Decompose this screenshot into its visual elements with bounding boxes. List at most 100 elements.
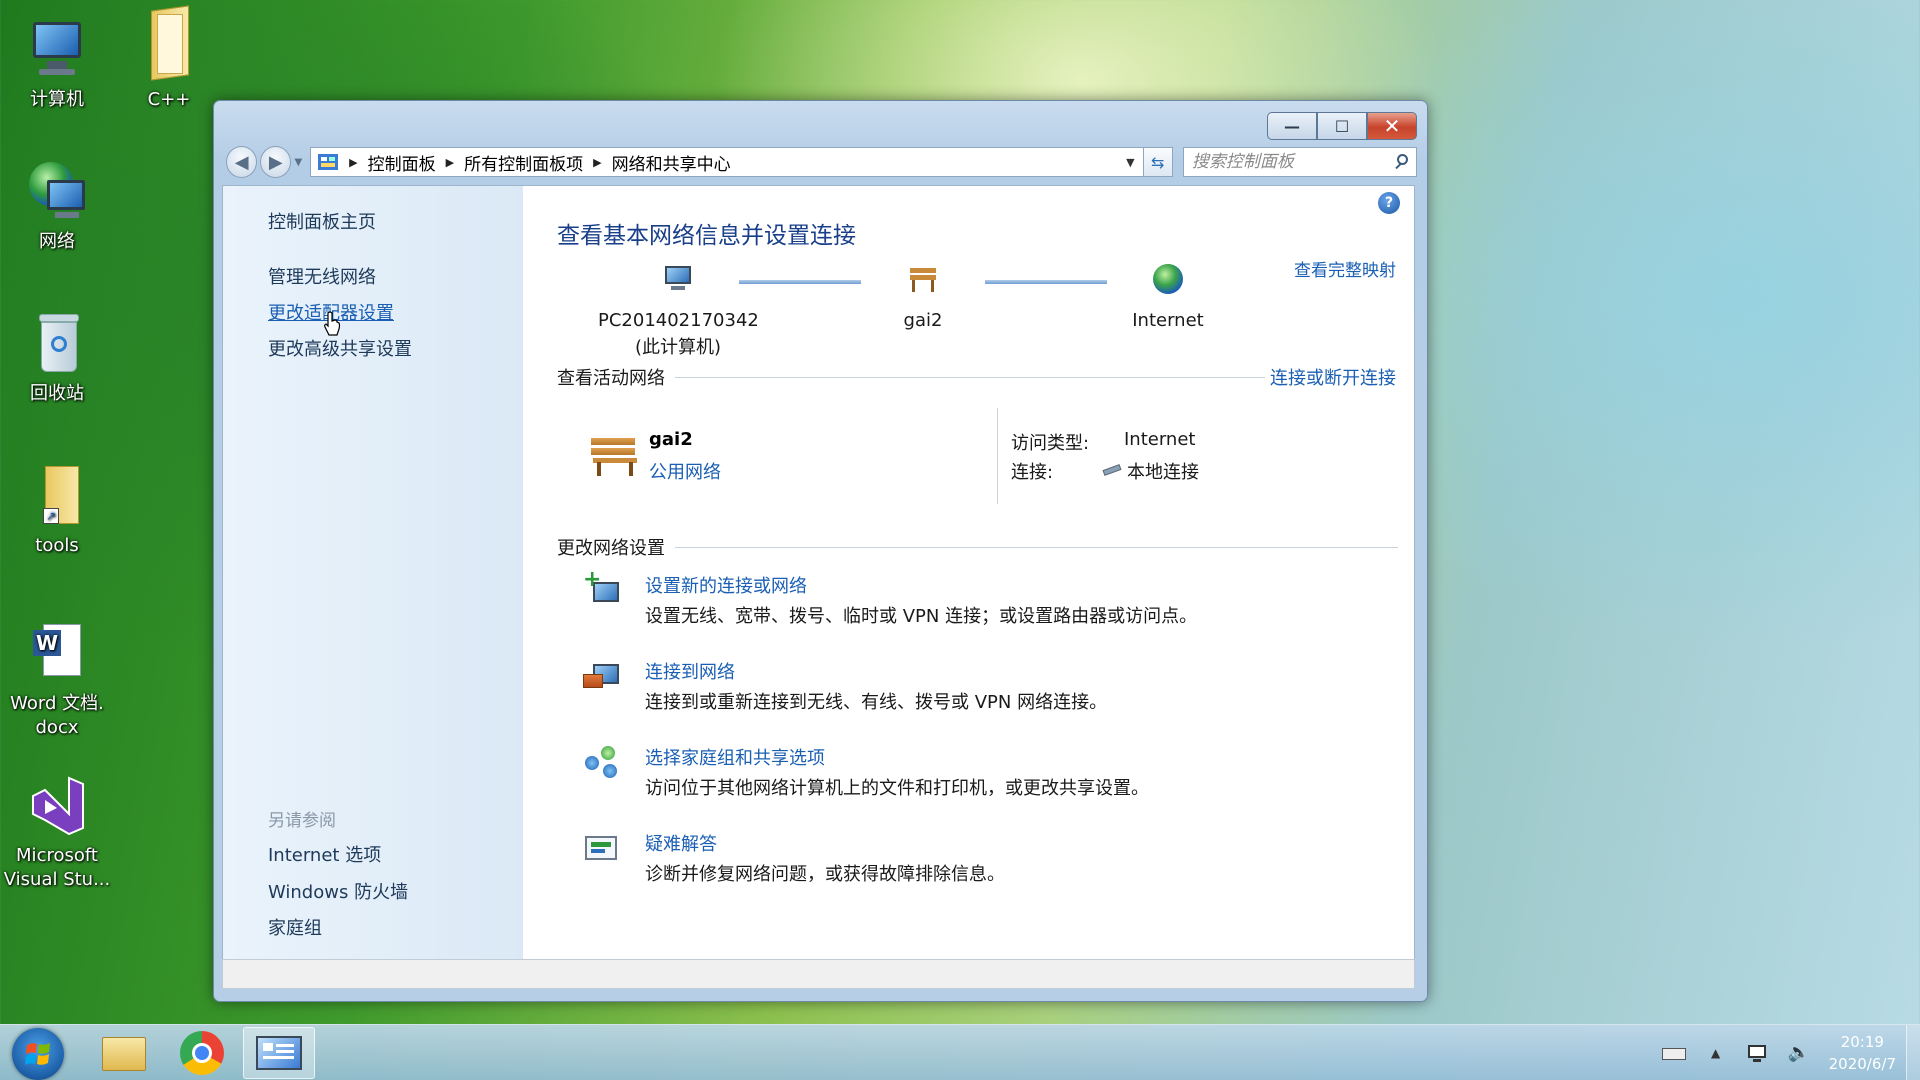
system-tray: ▲ 🔈 20:19 2020/6/7 [1653, 1025, 1920, 1080]
troubleshoot-icon [583, 830, 621, 868]
desktop-icon-recycle-bin[interactable]: 回收站 [2, 312, 112, 406]
access-type-value: Internet [1124, 429, 1196, 450]
breadcrumb-separator-icon[interactable]: ▶ [593, 156, 601, 169]
computer-icon [25, 18, 89, 82]
close-button[interactable]: ✕ [1367, 112, 1417, 140]
network-location-link[interactable]: 公用网络 [649, 458, 721, 484]
sidebar-item-advanced-sharing[interactable]: 更改高级共享设置 [268, 335, 412, 361]
task-link[interactable]: 疑难解答 [645, 830, 717, 856]
desktop-icon-tools[interactable]: ↗ tools [2, 464, 112, 558]
task-link[interactable]: 连接到网络 [645, 658, 735, 684]
address-history-dropdown-icon[interactable]: ▼ [1126, 156, 1134, 169]
desktop-icon-label: tools [35, 535, 79, 556]
task-link[interactable]: 选择家庭组和共享选项 [645, 744, 825, 770]
taskbar-control-panel[interactable] [243, 1027, 315, 1079]
breadcrumb-all-items[interactable]: 所有控制面板项 [464, 150, 583, 175]
breadcrumb-separator-icon[interactable]: ▶ [446, 156, 454, 169]
navigation-bar: ◀ ▶ ▼ ▶ 控制面板 ▶ 所有控制面板项 ▶ 网络和共享中心 ▼ ⇆ [226, 145, 1417, 179]
desktop-icon-label-line1: Word 文档. [10, 693, 104, 714]
map-node-computer-name: PC201402170342 [598, 310, 759, 331]
taskbar: ▲ 🔈 20:19 2020/6/7 [0, 1024, 1920, 1080]
map-node-internet[interactable]: Internet [1088, 262, 1248, 331]
breadcrumb-network-sharing[interactable]: 网络和共享中心 [612, 150, 731, 175]
word-document-icon: W [25, 622, 89, 686]
main-panel: ? 查看基本网络信息并设置连接 查看完整映射 PC201402170342 (此… [523, 186, 1414, 964]
section-divider [675, 546, 1398, 548]
map-node-network[interactable]: gai2 [843, 262, 1003, 331]
status-bar [222, 959, 1415, 989]
back-button[interactable]: ◀ [226, 146, 258, 178]
help-button[interactable]: ? [1378, 192, 1400, 214]
see-also-heading: 另请参阅 [268, 811, 336, 831]
sidebar: 控制面板主页 管理无线网络 更改适配器设置 更改高级共享设置 另请参阅 Inte… [223, 186, 523, 964]
forward-arrow-icon: ▶ [268, 151, 283, 173]
recent-pages-dropdown[interactable]: ▼ [294, 157, 306, 168]
sidebar-item-homegroup[interactable]: 家庭组 [268, 914, 322, 940]
clock[interactable]: 20:19 2020/6/7 [1829, 1031, 1896, 1075]
breadcrumb-separator-icon: ▶ [349, 155, 358, 169]
folder-icon [137, 5, 201, 82]
show-desktop-button[interactable] [1906, 1025, 1920, 1080]
volume-icon[interactable]: 🔈 [1788, 1043, 1812, 1063]
task-description: 设置无线、宽带、拨号、临时或 VPN 连接；或设置路由器或访问点。 [645, 606, 1198, 627]
show-hidden-icons-button[interactable]: ▲ [1704, 1043, 1728, 1063]
refresh-icon: ⇆ [1150, 152, 1165, 172]
globe-icon [1151, 262, 1185, 296]
breadcrumb-control-panel[interactable]: 控制面板 [368, 150, 436, 175]
desktop-icon-word-doc[interactable]: W Word 文档. docx [2, 622, 112, 740]
desktop-icon-computer[interactable]: 计算机 [2, 18, 112, 112]
access-type-label: 访问类型: [1011, 433, 1090, 454]
map-node-internet-name: Internet [1132, 310, 1204, 331]
sidebar-item-internet-options[interactable]: Internet 选项 [268, 841, 381, 867]
map-node-computer[interactable]: PC201402170342 (此计算机) [598, 262, 759, 359]
keyboard-icon[interactable] [1661, 1043, 1686, 1063]
map-node-computer-subtitle: (此计算机) [634, 337, 722, 358]
sidebar-item-control-panel-home[interactable]: 控制面板主页 [268, 208, 376, 234]
maximize-button[interactable]: ☐ [1317, 112, 1367, 140]
windows-logo-icon [25, 1043, 50, 1065]
park-bench-icon [589, 432, 637, 476]
search-icon[interactable] [1392, 152, 1412, 172]
task-link[interactable]: 设置新的连接或网络 [645, 572, 807, 598]
page-title: 查看基本网络信息并设置连接 [557, 223, 856, 249]
connection-label: 连接: [1011, 462, 1054, 483]
local-connection-link[interactable]: 本地连接 [1127, 458, 1199, 484]
desktop-icon-network[interactable]: 网络 [2, 160, 112, 254]
sidebar-item-windows-firewall[interactable]: Windows 防火墙 [268, 878, 408, 904]
search-box[interactable] [1182, 147, 1417, 177]
window-content: 控制面板主页 管理无线网络 更改适配器设置 更改高级共享设置 另请参阅 Inte… [222, 185, 1415, 965]
task-description: 访问位于其他网络计算机上的文件和打印机，或更改共享设置。 [645, 778, 1149, 799]
minimize-button[interactable]: — [1267, 112, 1317, 140]
start-button[interactable] [12, 1028, 64, 1080]
vertical-divider [997, 408, 998, 504]
refresh-button[interactable]: ⇆ [1143, 147, 1173, 177]
change-settings-heading: 更改网络设置 [557, 538, 665, 559]
desktop-icon-label: 计算机 [30, 89, 84, 110]
change-settings-section: 更改网络设置 [557, 534, 1398, 560]
task-description: 诊断并修复网络问题，或获得故障排除信息。 [645, 864, 1005, 885]
forward-button[interactable]: ▶ [260, 146, 292, 178]
search-input[interactable] [1191, 152, 1392, 172]
taskbar-explorer[interactable] [88, 1027, 160, 1079]
network-status-icon[interactable] [1746, 1043, 1770, 1063]
view-full-map-link[interactable]: 查看完整映射 [1294, 256, 1396, 281]
homegroup-icon [583, 744, 621, 782]
window-controls: — ☐ ✕ [1267, 112, 1417, 140]
desktop-icon-label-line2: Visual Stu... [3, 869, 111, 890]
new-connection-icon: + [583, 569, 621, 610]
sidebar-item-manage-wireless[interactable]: 管理无线网络 [268, 263, 376, 289]
desktop-icon-cpp[interactable]: C++ [114, 5, 224, 112]
computer-icon [661, 262, 695, 296]
desktop-icon-label-line2: docx [35, 717, 79, 738]
desktop-icon-visual-studio[interactable]: Microsoft Visual Stu... [2, 774, 112, 892]
park-bench-icon [906, 262, 940, 296]
folder-shortcut-icon: ↗ [25, 464, 89, 528]
desktop-icon-label: C++ [147, 89, 191, 110]
desktop-icon-label-line1: Microsoft [16, 845, 98, 866]
recycle-bin-icon [25, 312, 89, 376]
hand-cursor-icon [324, 311, 341, 336]
connect-disconnect-link[interactable]: 连接或断开连接 [1270, 364, 1396, 390]
taskbar-browser[interactable] [166, 1027, 238, 1079]
visual-studio-icon [25, 774, 89, 838]
address-bar[interactable]: ▶ 控制面板 ▶ 所有控制面板项 ▶ 网络和共享中心 ▼ [310, 147, 1144, 177]
